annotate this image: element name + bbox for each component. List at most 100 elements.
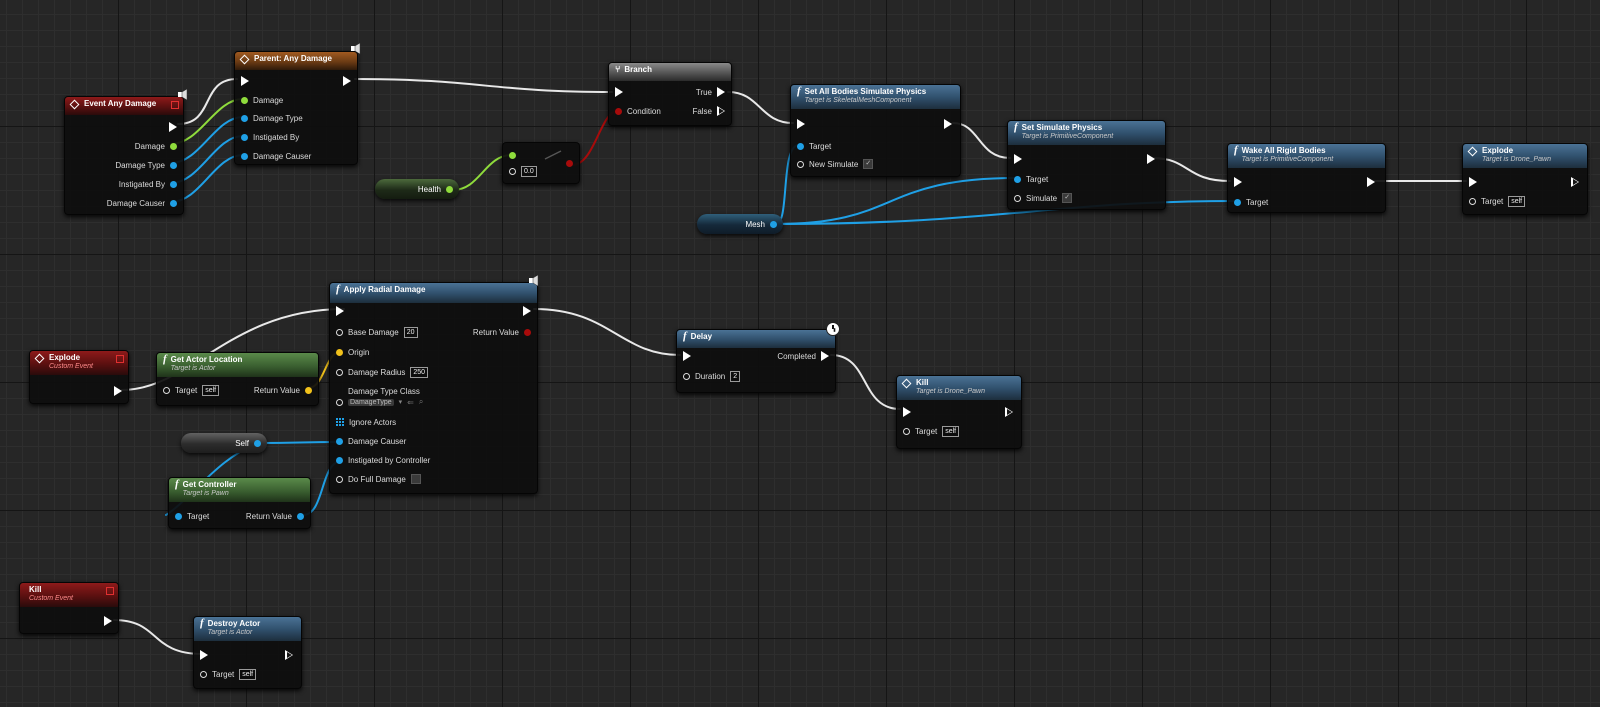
pin-damage[interactable]: Damage (241, 93, 283, 107)
branch-node[interactable]: ⑂ Branch True Condition False (608, 62, 732, 126)
input-a-pin[interactable] (509, 148, 516, 162)
self-value-field[interactable]: self (1508, 195, 1526, 207)
pin-damage-type[interactable]: Damage Type (241, 111, 303, 125)
mesh-variable-node[interactable]: Mesh (697, 214, 783, 234)
checkbox-unchecked[interactable] (410, 474, 421, 484)
apply-radial-damage-node[interactable]: f Apply Radial Damage Base Damage 20 Retur… (329, 282, 538, 494)
health-variable-node[interactable]: Health (375, 179, 459, 199)
base-damage-pin[interactable]: Base Damage 20 (336, 325, 418, 339)
kill-call-node[interactable]: Kill Target is Drone_Pawn Target self (896, 375, 1022, 449)
self-variable-node[interactable]: Self (181, 433, 267, 453)
exec-in-pin[interactable] (797, 117, 805, 131)
return-value-pin[interactable]: Return Value (254, 383, 312, 397)
pin-damage[interactable]: Damage (135, 139, 177, 153)
self-value-field[interactable]: self (942, 425, 960, 437)
input-b-pin[interactable]: 0.0 (509, 164, 537, 178)
exec-out-pin[interactable] (1005, 405, 1013, 419)
exec-out-pin[interactable] (104, 614, 112, 628)
exec-out-pin[interactable] (523, 304, 531, 318)
explode-call-node[interactable]: Explode Target is Drone_Pawn Target self (1462, 143, 1588, 215)
condition-pin[interactable]: Condition (615, 104, 661, 118)
float-pin-icon[interactable] (446, 185, 453, 193)
wake-all-rigid-bodies-node[interactable]: f Wake All Rigid Bodies Target is Primitiv… (1227, 143, 1386, 213)
exec-in-pin[interactable] (615, 85, 623, 99)
exec-out-pin[interactable] (1571, 175, 1579, 189)
object-pin-icon[interactable] (254, 439, 261, 447)
target-pin[interactable]: Target (797, 139, 831, 153)
exec-out-pin[interactable] (1367, 175, 1375, 189)
exec-in-pin[interactable] (903, 405, 911, 419)
compare-float-node[interactable]: 0.0 (502, 142, 580, 184)
damage-type-combo-row[interactable]: DamageType ▾ ⇐ ⌕ (336, 395, 423, 409)
exec-out-pin[interactable] (169, 120, 177, 134)
true-pin[interactable]: True (696, 85, 725, 99)
target-pin[interactable]: Target (175, 509, 209, 523)
function-icon: f (163, 353, 167, 365)
event-any-damage-node[interactable]: Event Any Damage Damage Damage Type Inst… (64, 96, 184, 215)
get-controller-node[interactable]: f Get Controller Target is Pawn Target Ret… (168, 477, 311, 529)
return-value-pin[interactable]: Return Value (246, 509, 304, 523)
target-pin[interactable]: Target self (200, 667, 257, 681)
duration-pin[interactable]: Duration 2 (683, 369, 741, 383)
damage-radius-field[interactable]: 250 (410, 366, 429, 378)
false-pin[interactable]: False (692, 104, 725, 118)
exec-in-pin[interactable] (241, 74, 249, 88)
blueprint-graph-canvas[interactable]: Event Any Damage Damage Damage Type Inst… (0, 0, 1600, 707)
exec-in-pin[interactable] (1469, 175, 1477, 189)
exec-out-pin[interactable] (114, 384, 122, 398)
damage-type-dropdown[interactable]: DamageType (348, 398, 394, 406)
pin-instigated-by[interactable]: Instigated By (241, 130, 299, 144)
browse-arrow-icon[interactable]: ⇐ (407, 398, 414, 407)
return-value-pin[interactable]: Return Value (473, 325, 531, 339)
exec-out-pin[interactable] (285, 648, 293, 662)
base-damage-field[interactable]: 20 (403, 326, 418, 338)
exec-out-pin[interactable] (1147, 152, 1155, 166)
set-simulate-physics-node[interactable]: f Set Simulate Physics Target is Primitive… (1007, 120, 1166, 210)
full-damage-pin[interactable]: Do Full Damage (336, 472, 421, 486)
value-field[interactable]: 0.0 (521, 165, 537, 177)
target-pin[interactable]: Target self (1469, 194, 1526, 208)
exec-in-pin[interactable] (1014, 152, 1022, 166)
exec-in-pin[interactable] (336, 304, 344, 318)
target-pin[interactable]: Target (1014, 172, 1048, 186)
set-all-bodies-simulate-node[interactable]: f Set All Bodies Simulate Physics Target i… (790, 84, 961, 177)
object-pin-icon[interactable] (770, 220, 777, 228)
get-actor-location-node[interactable]: f Get Actor Location Target is Actor Targe… (156, 352, 319, 406)
delegate-pin-icon[interactable] (106, 587, 114, 595)
new-simulate-pin[interactable]: New Simulate ✓ (797, 157, 874, 171)
pin-damage-causer[interactable]: Damage Causer (241, 149, 311, 163)
delay-node[interactable]: f Delay Completed Duration 2 (676, 329, 836, 393)
pin-instigated-by[interactable]: Instigated By (119, 177, 177, 191)
pin-damage-type[interactable]: Damage Type (115, 158, 177, 172)
exec-in-pin[interactable] (683, 349, 691, 363)
simulate-pin[interactable]: Simulate ✓ (1014, 191, 1073, 205)
exec-out-pin[interactable] (343, 74, 351, 88)
explode-custom-event-node[interactable]: Explode Custom Event (29, 350, 129, 404)
damage-radius-pin[interactable]: Damage Radius 250 (336, 365, 429, 379)
target-pin[interactable]: Target (1234, 195, 1268, 209)
parent-any-damage-node[interactable]: Parent: Any Damage Damage Damage Type In… (234, 51, 358, 165)
self-value-field[interactable]: self (202, 384, 220, 396)
instigated-by-pin[interactable]: Instigated by Controller (336, 453, 430, 467)
search-icon[interactable]: ⌕ (419, 397, 423, 407)
result-pin[interactable] (566, 156, 573, 170)
destroy-actor-node[interactable]: f Destroy Actor Target is Actor Target self (193, 616, 302, 689)
kill-custom-event-node[interactable]: Kill Custom Event (19, 582, 119, 634)
damage-causer-pin[interactable]: Damage Causer (336, 434, 406, 448)
target-pin[interactable]: Target self (903, 424, 960, 438)
chevron-down-icon[interactable]: ▾ (399, 398, 403, 406)
checkbox-checked[interactable]: ✓ (863, 159, 874, 169)
origin-pin[interactable]: Origin (336, 345, 369, 359)
exec-in-pin[interactable] (1234, 175, 1242, 189)
pin-damage-causer[interactable]: Damage Causer (107, 196, 177, 210)
exec-out-pin[interactable] (944, 117, 952, 131)
checkbox-checked[interactable]: ✓ (1062, 193, 1073, 203)
delegate-pin-icon[interactable] (116, 355, 124, 363)
delegate-pin-icon[interactable] (171, 101, 179, 109)
completed-pin[interactable]: Completed (777, 349, 829, 363)
ignore-actors-pin[interactable]: Ignore Actors (336, 415, 396, 429)
self-value-field[interactable]: self (239, 668, 257, 680)
duration-field[interactable]: 2 (730, 370, 741, 382)
exec-in-pin[interactable] (200, 648, 208, 662)
target-pin[interactable]: Target self (163, 383, 220, 397)
